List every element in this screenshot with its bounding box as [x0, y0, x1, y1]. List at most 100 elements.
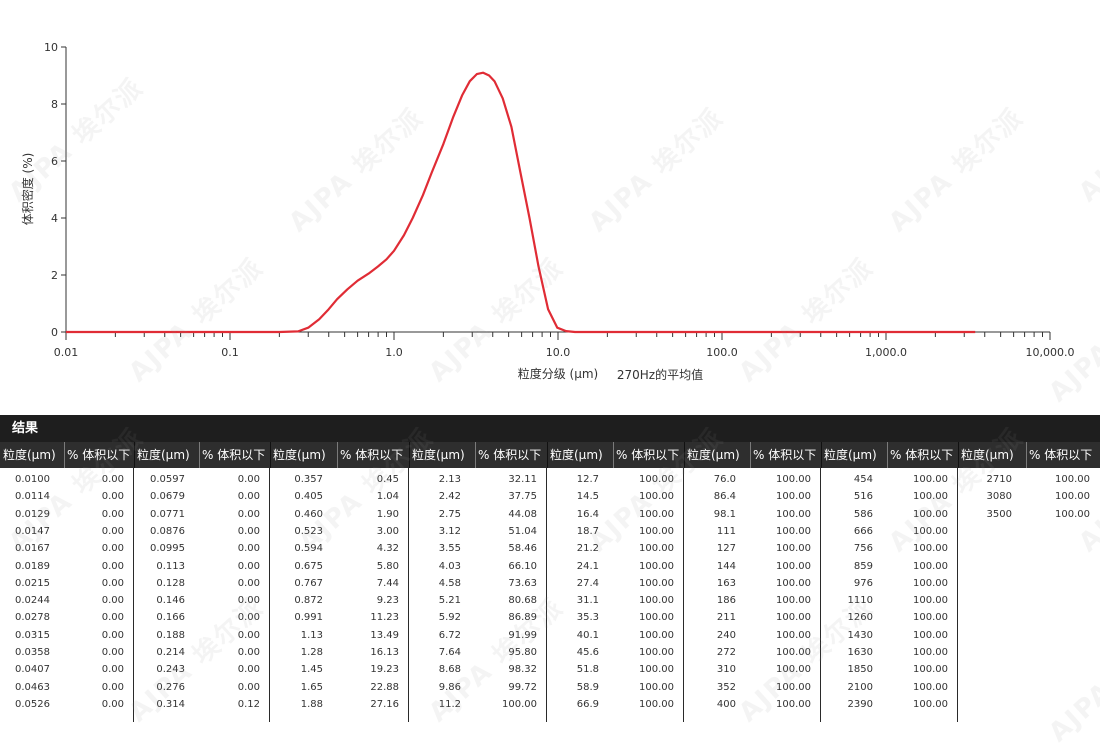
cell-volume: 100.00: [639, 595, 674, 607]
header-group-divider: [547, 442, 548, 468]
cell-volume: 27.16: [370, 698, 399, 710]
cell-volume: 0.00: [101, 508, 124, 520]
cell-size: 756: [853, 543, 873, 555]
cell-volume: 0.00: [101, 577, 124, 589]
cell-size: 3080: [986, 491, 1012, 503]
cell-volume: 98.32: [508, 664, 537, 676]
cell-size: 3.12: [438, 525, 461, 537]
col-header-volume: % 体积以下: [616, 448, 680, 462]
cell-size: 45.6: [576, 647, 599, 658]
cell-size: 0.188: [156, 629, 185, 641]
cell-volume: 0.00: [237, 577, 260, 589]
col-header-volume: % 体积以下: [340, 448, 404, 462]
cell-size: 0.146: [156, 595, 185, 607]
cell-volume: 100.00: [639, 577, 674, 589]
cell-volume: 100.00: [913, 612, 948, 624]
cell-volume: 100.00: [502, 698, 537, 710]
cell-size: 0.0526: [15, 698, 50, 710]
header-divider: [64, 442, 65, 468]
cell-volume: 100.00: [913, 577, 948, 589]
cell-size: 0.0358: [15, 647, 50, 658]
cell-size: 666: [853, 525, 873, 537]
cell-volume: 1.04: [376, 491, 399, 503]
cell-size: 0.0407: [15, 664, 50, 676]
cell-volume: 0.00: [101, 612, 124, 624]
col-header-size: 粒度(μm): [824, 448, 877, 462]
particle-size-chart: 0 2 4 6 8 10 0.01 0.1 1.0 10.0 100.0 1,000.0 10,000…: [20, 41, 1074, 382]
col-header-size: 粒度(μm): [137, 448, 190, 462]
cell-volume: 44.08: [508, 508, 537, 520]
cell-size: 144: [716, 560, 736, 572]
cell-size: 1.65: [300, 681, 323, 693]
cell-size: 1.28: [300, 647, 323, 658]
cell-volume: 7.44: [376, 577, 399, 589]
cell-size: 0.0189: [15, 560, 50, 572]
cell-size: 2.13: [438, 474, 461, 485]
cell-volume: 100.00: [913, 698, 948, 710]
cell-volume: 0.45: [376, 474, 399, 485]
cell-volume: 4.32: [376, 543, 399, 555]
cell-volume: 100.00: [776, 560, 811, 572]
cell-volume: 16.13: [370, 647, 399, 658]
cell-size: 127: [716, 543, 736, 555]
cell-size: 1850: [847, 664, 873, 676]
cell-volume: 100.00: [913, 560, 948, 572]
cell-size: 0.0114: [15, 491, 50, 503]
cell-size: 76.0: [713, 474, 736, 485]
col-header-size: 粒度(μm): [273, 448, 326, 462]
cell-volume: 9.23: [376, 595, 399, 607]
cell-volume: 0.00: [237, 543, 260, 555]
cell-volume: 73.63: [508, 577, 537, 589]
cell-volume: 100.00: [776, 543, 811, 555]
cell-size: 0.0463: [15, 681, 50, 693]
cell-size: 0.0771: [150, 508, 185, 520]
cell-volume: 66.10: [508, 560, 537, 572]
cell-size: 0.523: [294, 525, 323, 537]
cell-volume: 32.11: [508, 474, 537, 485]
cell-volume: 3.00: [376, 525, 399, 537]
cell-volume: 91.99: [508, 629, 537, 641]
y-tick-label: 2: [51, 269, 58, 282]
cell-volume: 0.00: [237, 681, 260, 693]
cell-volume: 0.00: [237, 629, 260, 641]
cell-size: 211: [716, 612, 736, 624]
cell-size: 0.0147: [15, 525, 50, 537]
cell-size: 1.88: [300, 698, 323, 710]
cell-volume: 0.00: [101, 474, 124, 485]
cell-volume: 100.00: [639, 612, 674, 624]
cell-size: 0.405: [294, 491, 323, 503]
cell-size: 0.675: [294, 560, 323, 572]
cell-volume: 100.00: [639, 698, 674, 710]
col-header-volume: % 体积以下: [753, 448, 817, 462]
cell-size: 0.113: [156, 560, 185, 572]
cell-size: 454: [853, 474, 873, 485]
cell-volume: 100.00: [913, 543, 948, 555]
cell-size: 4.58: [438, 577, 461, 589]
header-divider: [1026, 442, 1027, 468]
cell-volume: 5.80: [376, 560, 399, 572]
cell-volume: 100.00: [1055, 474, 1090, 485]
cell-size: 1430: [847, 629, 873, 641]
results-table-header: 粒度(μm)% 体积以下 粒度(μm)% 体积以下 粒度(μm)% 体积以下 粒度(μ…: [0, 442, 1100, 468]
cell-volume: 100.00: [639, 560, 674, 572]
x-tick-label: 1,000.0: [865, 346, 907, 359]
cell-size: 1260: [847, 612, 873, 624]
cell-size: 18.7: [576, 525, 599, 537]
cell-volume: 100.00: [776, 629, 811, 641]
x-axis-label: 粒度分级 (μm): [518, 366, 599, 381]
cell-size: 0.0215: [15, 577, 50, 589]
cell-size: 0.276: [156, 681, 185, 693]
cell-size: 2100: [847, 681, 873, 693]
cell-size: 16.4: [576, 508, 599, 520]
cell-size: 35.3: [576, 612, 599, 624]
cell-size: 163: [716, 577, 736, 589]
cell-volume: 100.00: [913, 525, 948, 537]
cell-volume: 100.00: [1055, 508, 1090, 520]
cell-volume: 80.68: [508, 595, 537, 607]
col-header-volume: % 体积以下: [67, 448, 131, 462]
cell-size: 1110: [847, 595, 873, 607]
cell-size: 1.13: [300, 629, 323, 641]
header-divider: [887, 442, 888, 468]
cell-volume: 100.00: [776, 612, 811, 624]
cell-volume: 100.00: [913, 491, 948, 503]
